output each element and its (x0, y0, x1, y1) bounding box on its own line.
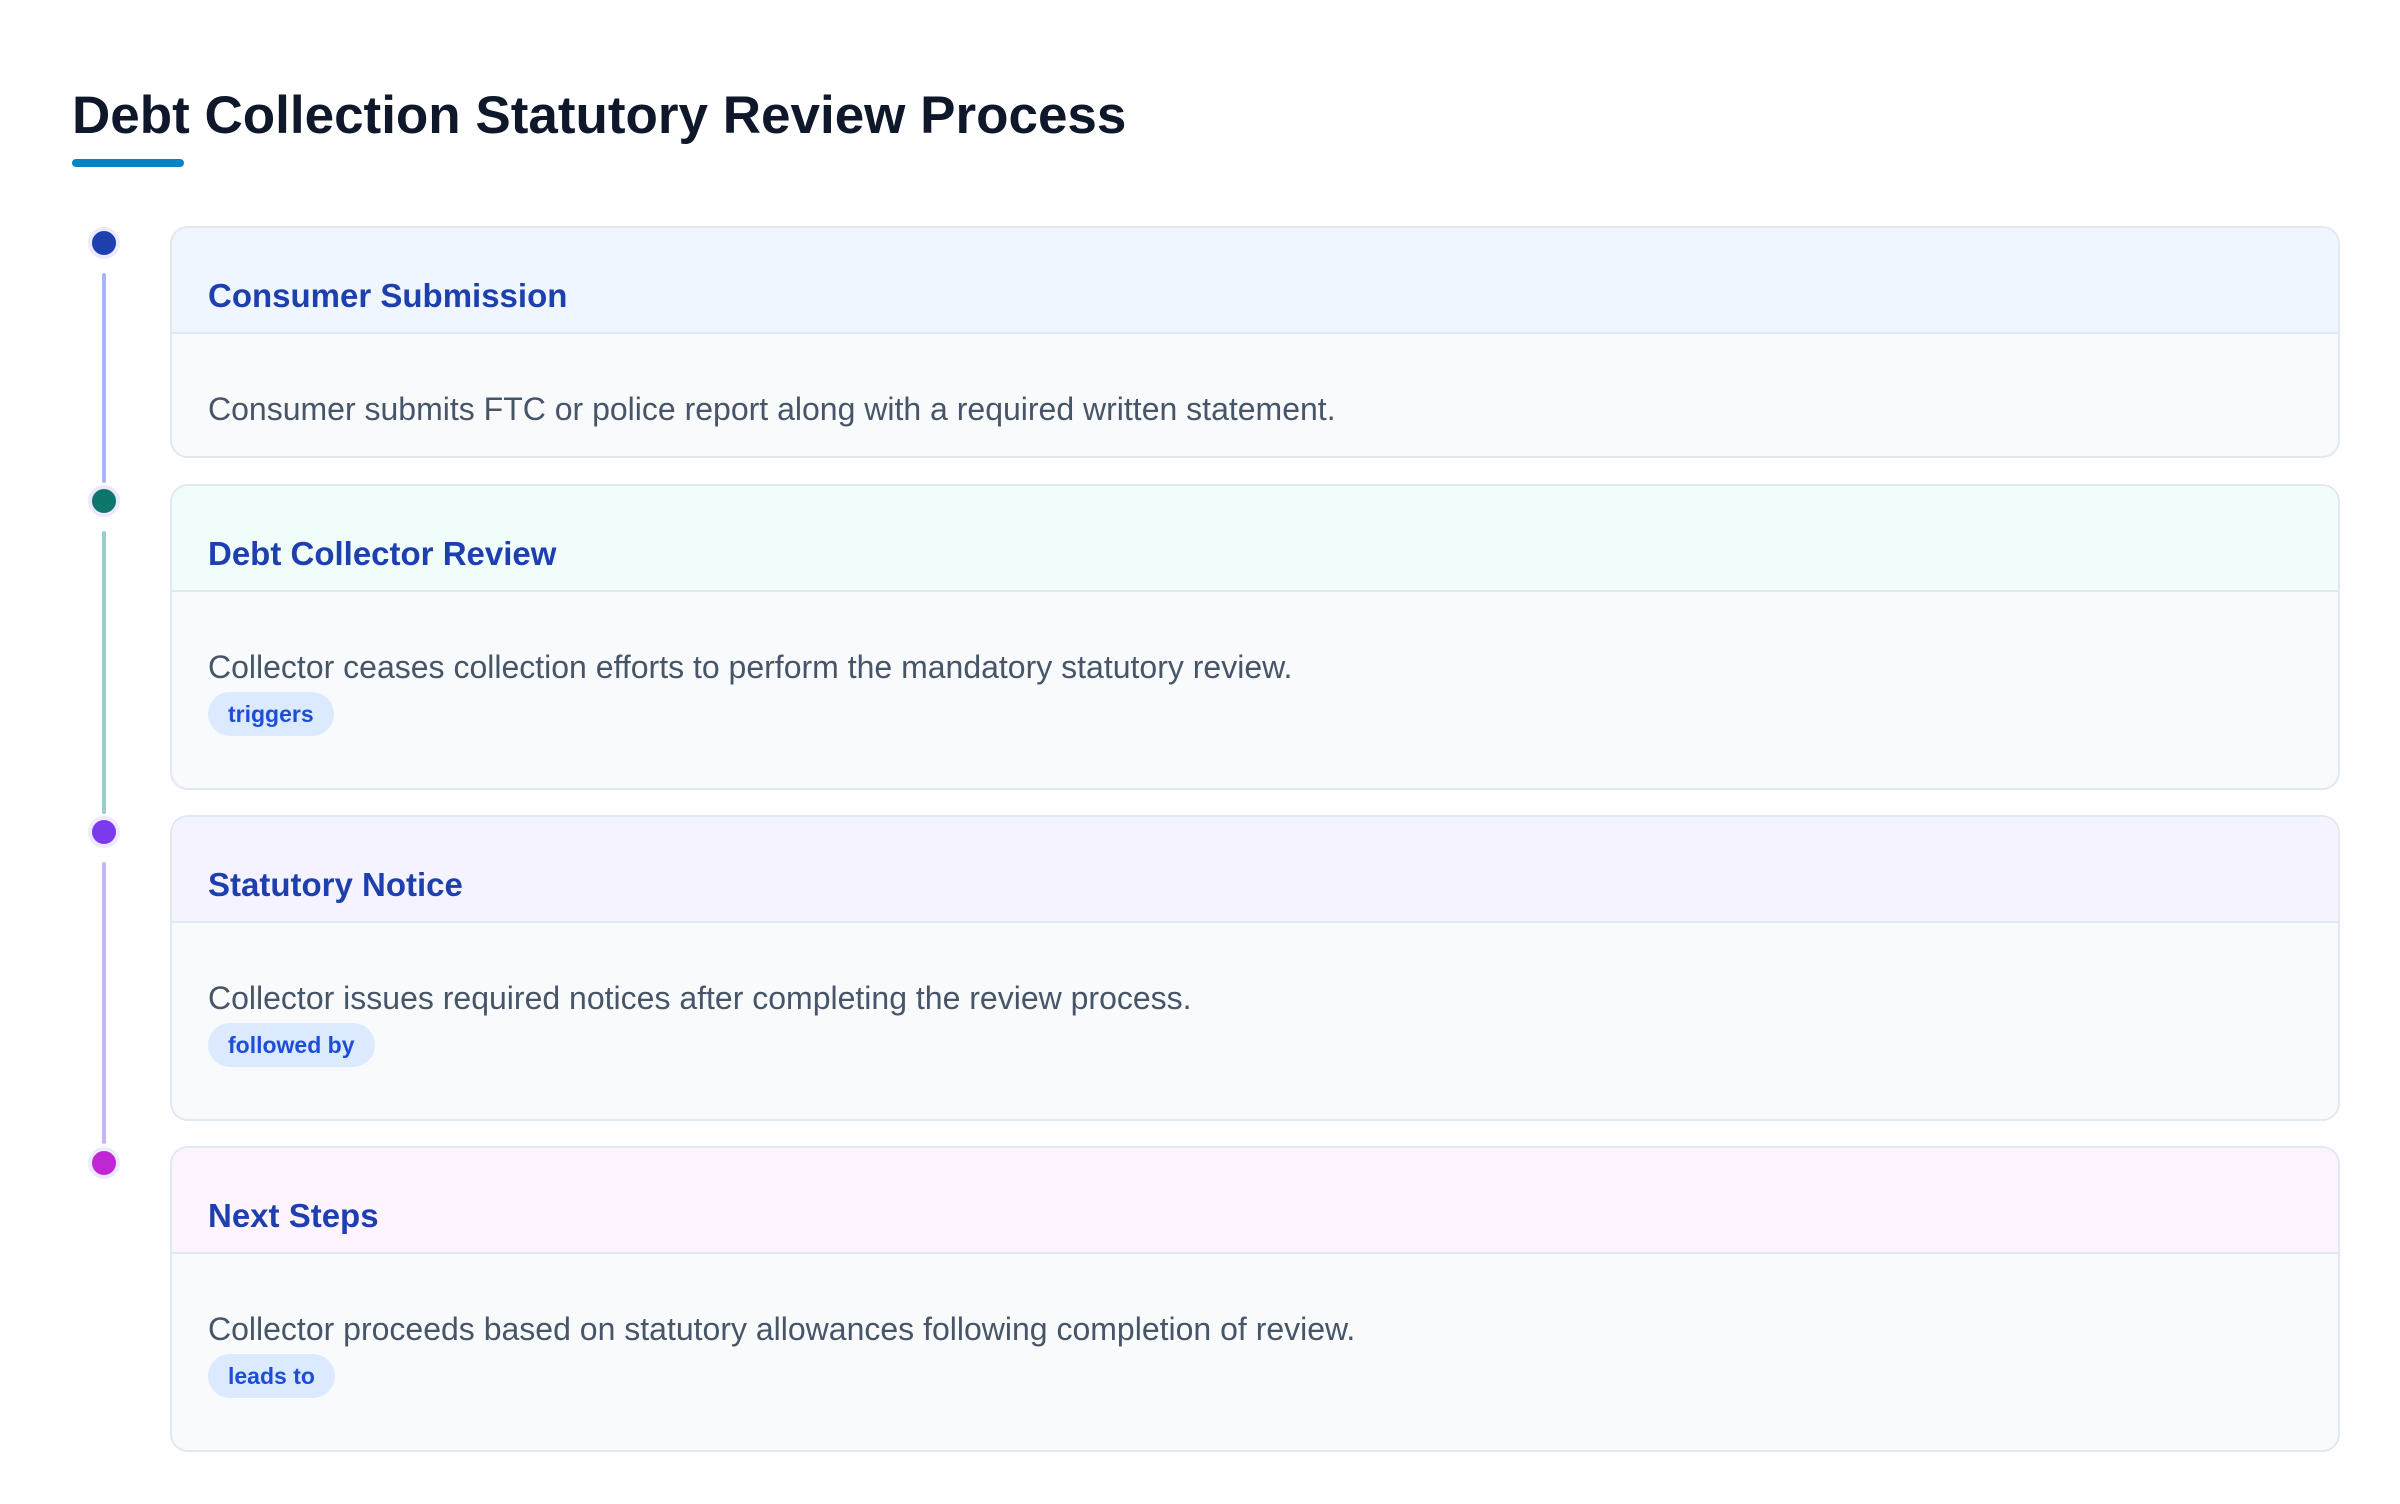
step-2-connector (102, 531, 106, 814)
step-title: Statutory Notice (208, 866, 463, 903)
relation-badge: leads to (208, 1354, 335, 1398)
step-1-dot (88, 227, 120, 259)
title-underline (72, 159, 184, 167)
step-description: Consumer submits FTC or police report al… (208, 391, 1336, 427)
step-title: Consumer Submission (208, 277, 568, 314)
step-description: Collector ceases collection efforts to p… (208, 649, 1293, 685)
step-card-debt-collector-review: Debt Collector Review Collector ceases c… (170, 484, 2340, 790)
step-1-connector (102, 273, 106, 483)
step-3-dot (88, 816, 120, 848)
step-card-consumer-submission: Consumer Submission Consumer submits FTC… (170, 226, 2340, 458)
step-card-header: Debt Collector Review (172, 486, 2338, 592)
page-title: Debt Collection Statutory Review Process (72, 86, 1127, 145)
step-card-body: Collector ceases collection efforts to p… (172, 592, 2338, 736)
step-card-body: Consumer submits FTC or police report al… (172, 334, 2338, 428)
relation-badge: triggers (208, 692, 334, 736)
relation-badge: followed by (208, 1023, 375, 1067)
step-3-connector (102, 862, 106, 1144)
process-page: Debt Collection Statutory Review Process… (0, 0, 2400, 1504)
step-card-header: Consumer Submission (172, 228, 2338, 334)
step-4-dot (88, 1147, 120, 1179)
step-card-body: Collector issues required notices after … (172, 923, 2338, 1067)
step-description: Collector issues required notices after … (208, 980, 1192, 1016)
step-description: Collector proceeds based on statutory al… (208, 1311, 1356, 1347)
step-card-next-steps: Next Steps Collector proceeds based on s… (170, 1146, 2340, 1452)
step-title: Debt Collector Review (208, 535, 557, 572)
step-card-statutory-notice: Statutory Notice Collector issues requir… (170, 815, 2340, 1121)
step-card-body: Collector proceeds based on statutory al… (172, 1254, 2338, 1398)
step-2-dot (88, 485, 120, 517)
step-title: Next Steps (208, 1197, 379, 1234)
step-card-header: Statutory Notice (172, 817, 2338, 923)
step-card-header: Next Steps (172, 1148, 2338, 1254)
